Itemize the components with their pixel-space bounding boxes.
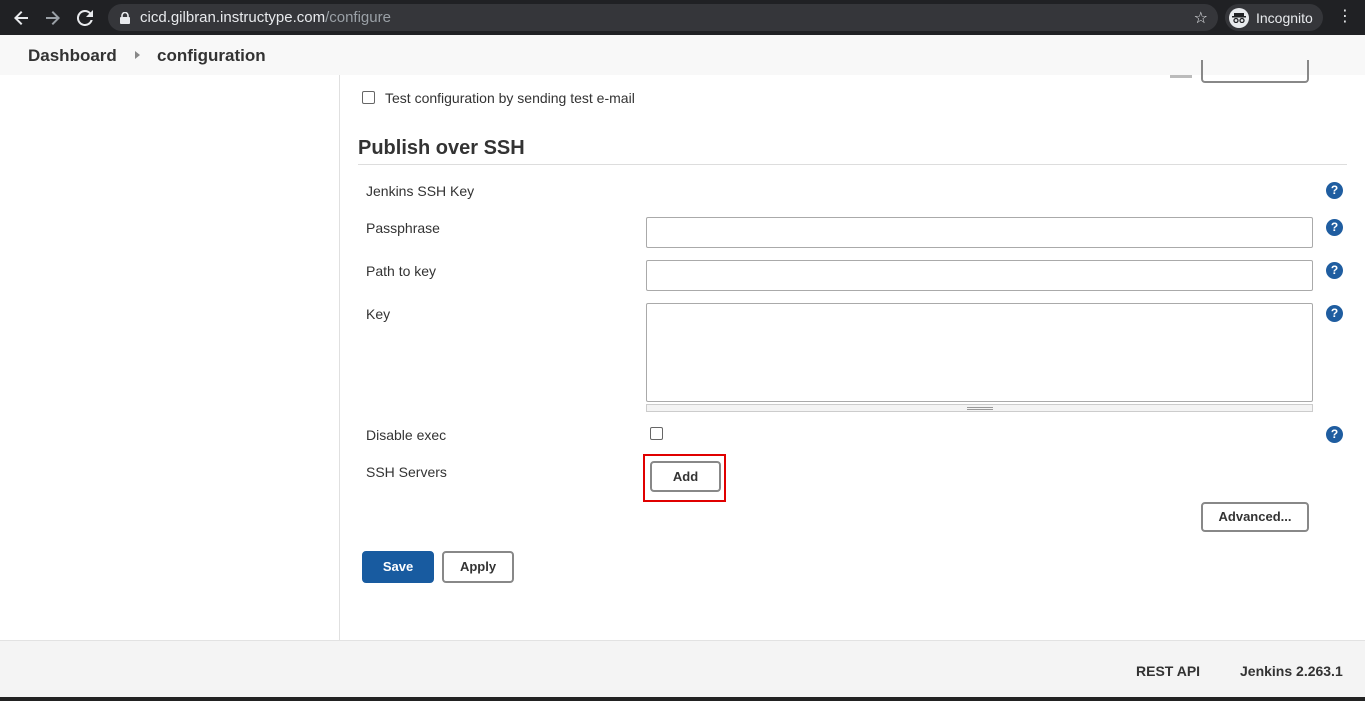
url-text: cicd.gilbran.instructype.com/configure (140, 9, 391, 26)
page-footer: REST API Jenkins 2.263.1 (0, 640, 1365, 697)
breadcrumb-dashboard[interactable]: Dashboard (28, 46, 117, 66)
desktop-strip (0, 697, 1365, 701)
partial-button[interactable] (1201, 60, 1309, 83)
disable-exec-help-icon[interactable]: ? (1326, 426, 1343, 443)
path-to-key-field[interactable] (646, 260, 1313, 291)
key-label: Key (366, 306, 391, 322)
breadcrumb-configuration[interactable]: configuration (157, 46, 266, 66)
passphrase-field[interactable] (646, 217, 1313, 248)
url-path: /configure (325, 9, 391, 26)
breadcrumb: Dashboard configuration (0, 35, 1365, 75)
add-ssh-server-button[interactable]: Add (650, 461, 721, 492)
disable-exec-checkbox[interactable] (650, 427, 663, 440)
jenkins-version-link[interactable]: Jenkins 2.263.1 (1240, 663, 1343, 679)
star-icon[interactable]: ☆ (1194, 8, 1208, 28)
section-title-publish-over-ssh: Publish over SSH (358, 137, 525, 159)
resize-grip-icon (967, 407, 993, 410)
url-host: cicd.gilbran.instructype.com (140, 9, 326, 26)
key-help-icon[interactable]: ? (1326, 305, 1343, 322)
kebab-menu-icon[interactable]: ⋮ (1337, 8, 1353, 26)
test-email-label: Test configuration by sending test e-mai… (385, 90, 635, 106)
passphrase-help-icon[interactable]: ? (1326, 219, 1343, 236)
apply-button[interactable]: Apply (442, 551, 514, 583)
textarea-resize-handle[interactable] (646, 404, 1313, 412)
jenkins-ssh-key-label: Jenkins SSH Key (366, 183, 475, 199)
path-to-key-help-icon[interactable]: ? (1326, 262, 1343, 279)
browser-toolbar: cicd.gilbran.instructype.com/configure ☆… (0, 0, 1365, 35)
forward-arrow-icon[interactable] (42, 7, 64, 29)
reload-icon[interactable] (74, 7, 96, 29)
section-divider (358, 164, 1347, 165)
back-arrow-icon[interactable] (10, 7, 32, 29)
address-bar[interactable]: cicd.gilbran.instructype.com/configure ☆ (108, 4, 1218, 31)
incognito-label: Incognito (1256, 9, 1313, 26)
partial-control (1170, 75, 1192, 78)
key-textarea[interactable] (646, 303, 1313, 402)
advanced-button[interactable]: Advanced... (1201, 502, 1309, 532)
disable-exec-label: Disable exec (366, 427, 447, 443)
breadcrumb-separator-icon[interactable] (135, 51, 140, 59)
passphrase-label: Passphrase (366, 220, 440, 236)
test-email-checkbox[interactable] (362, 91, 375, 104)
lock-icon (120, 11, 130, 24)
save-button[interactable]: Save (362, 551, 434, 583)
incognito-badge[interactable]: Incognito (1225, 4, 1323, 31)
incognito-icon (1229, 7, 1249, 28)
jenkins-ssh-key-help-icon[interactable]: ? (1326, 182, 1343, 199)
side-panel-divider (339, 75, 340, 640)
ssh-servers-label: SSH Servers (366, 464, 447, 480)
rest-api-link[interactable]: REST API (1136, 663, 1200, 679)
path-to-key-label: Path to key (366, 263, 437, 279)
